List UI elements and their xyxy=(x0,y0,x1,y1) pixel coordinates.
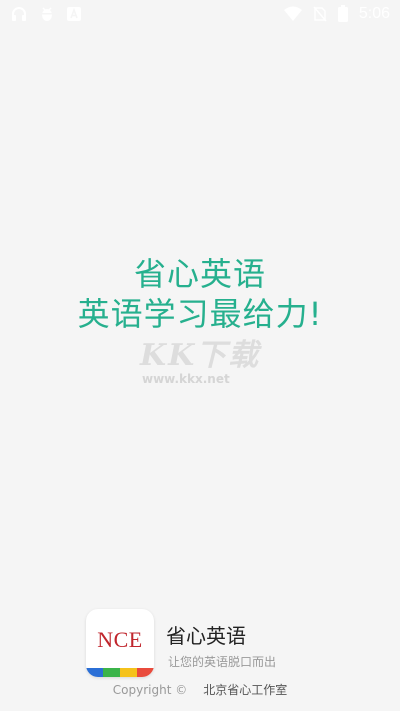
wifi-icon xyxy=(283,6,303,22)
status-right-icons: 5:06 xyxy=(283,5,390,23)
copyright-text: Copyright © xyxy=(112,683,188,697)
app-icon-text: NCE xyxy=(97,627,143,652)
slogan-title: 省心英语 xyxy=(133,255,266,293)
status-time: 5:06 xyxy=(358,5,390,22)
no-sim-icon xyxy=(313,6,327,22)
font-icon xyxy=(66,6,82,22)
status-left-icons xyxy=(10,5,82,23)
battery-icon xyxy=(337,5,349,23)
bug-icon xyxy=(38,5,56,23)
studio-name: 北京省心工作室 xyxy=(203,683,288,697)
app-icon: NCE xyxy=(86,609,154,677)
slogan-subtitle: 英语学习最给力! xyxy=(77,295,323,333)
headset-icon xyxy=(10,5,28,23)
watermark-url: www.kkx.net xyxy=(142,372,230,386)
color-bar-yellow xyxy=(120,668,137,677)
watermark-logo: KK下载 xyxy=(140,338,261,373)
app-icon-color-bar xyxy=(86,668,154,677)
color-bar-red xyxy=(137,668,154,677)
color-bar-green xyxy=(103,668,120,677)
app-tagline: 让您的英语脱口而出 xyxy=(168,655,277,669)
copyright-line: Copyright © 北京省心工作室 xyxy=(0,681,400,698)
app-name: 省心英语 xyxy=(166,624,246,648)
color-bar-blue xyxy=(86,668,103,677)
slogan: 省心英语 英语学习最给力! xyxy=(0,254,400,334)
status-bar: 5:06 xyxy=(0,0,400,28)
watermark: KK下载 www.kkx.net xyxy=(140,330,270,386)
